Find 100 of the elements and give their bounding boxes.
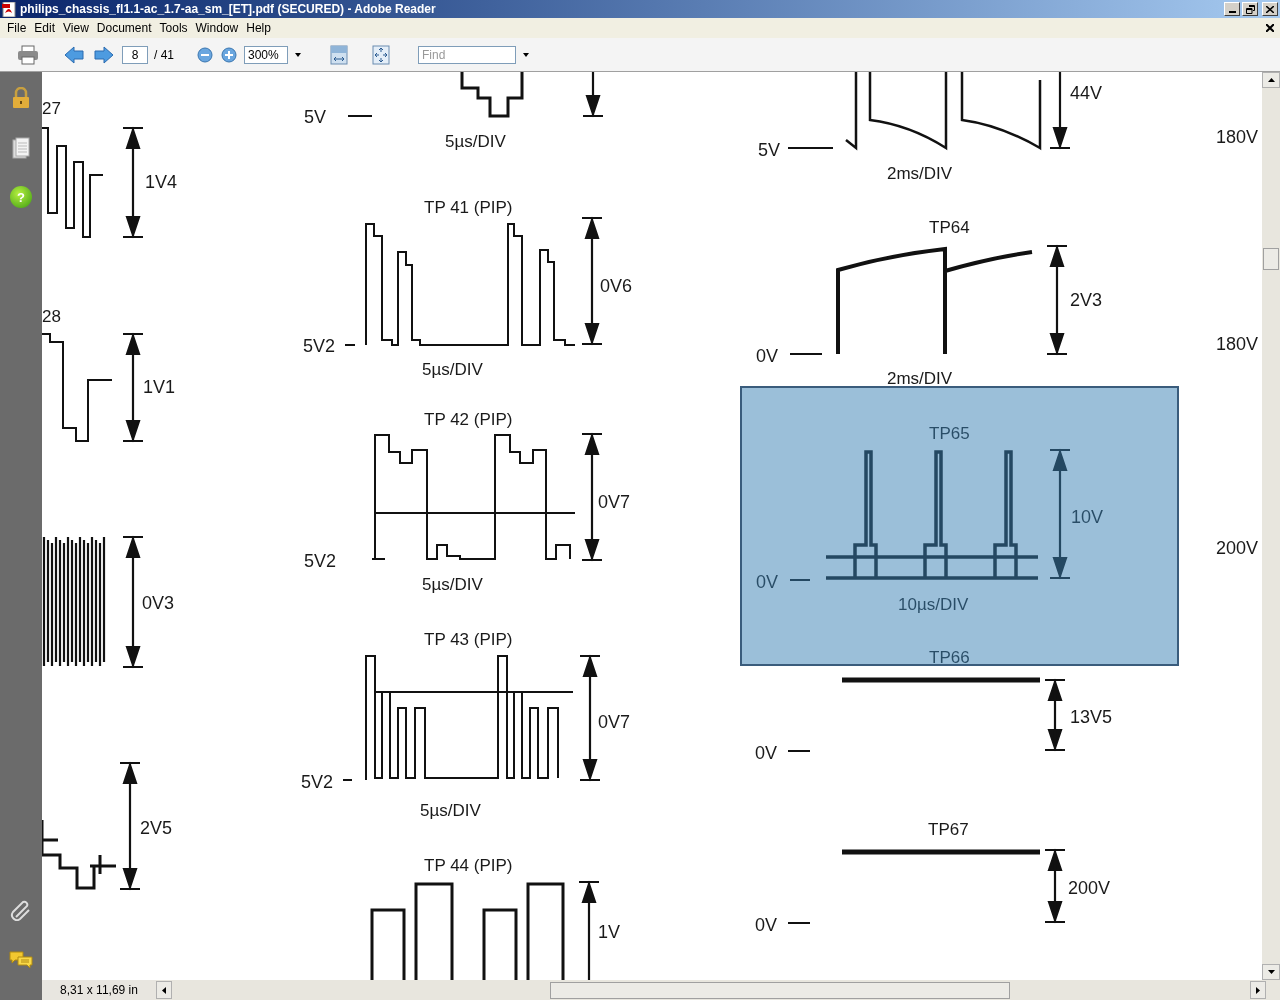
- reference-line: [789, 353, 823, 355]
- right-arrow-icon: [1256, 986, 1260, 994]
- reference-label: 5V: [758, 141, 781, 159]
- scroll-thumb[interactable]: [1263, 248, 1279, 270]
- reference-line: [787, 147, 834, 149]
- voltage-label: 180V: [1216, 335, 1259, 353]
- reference-line: [342, 779, 353, 781]
- close-document-button[interactable]: [1264, 22, 1276, 34]
- plus-circle-icon: [221, 46, 237, 63]
- restore-icon: [1245, 4, 1255, 14]
- reference-label: 0V: [755, 744, 778, 762]
- zoom-out-button[interactable]: [196, 45, 214, 64]
- page-count: / 41: [154, 46, 174, 64]
- down-arrow-icon: [1267, 970, 1275, 974]
- up-arrow-icon: [1267, 78, 1275, 82]
- minimize-icon: [1228, 11, 1236, 13]
- close-icon: [1266, 5, 1274, 13]
- left-arrow-icon: [162, 986, 166, 994]
- find-field[interactable]: Find: [418, 45, 516, 64]
- amplitude-label: 2V5: [140, 819, 173, 837]
- timebase-label: 2ms/DIV: [887, 165, 953, 182]
- minimize-button[interactable]: [1224, 2, 1240, 16]
- restore-button[interactable]: [1242, 2, 1258, 16]
- caret-icon: [523, 52, 529, 57]
- voltage-label: 180V: [1216, 128, 1259, 146]
- pages-icon: [12, 137, 30, 159]
- pages-button[interactable]: [9, 136, 33, 160]
- reference-label: 0V: [755, 916, 778, 934]
- reference-label: 5V2: [303, 337, 336, 355]
- fit-page-button[interactable]: [370, 43, 392, 66]
- plot-title: TP66: [929, 649, 970, 666]
- amplitude-label: 10V: [1071, 508, 1104, 526]
- reference-line: [787, 922, 811, 924]
- reference-label: 5V2: [301, 773, 334, 791]
- amplitude-label: 1V: [598, 923, 621, 941]
- menu-item[interactable]: Help: [243, 19, 274, 37]
- reference-label: 0V: [756, 573, 779, 591]
- attachments-button[interactable]: [9, 898, 33, 922]
- amplitude-label: 0V3: [142, 594, 175, 612]
- left-arrow-icon: [64, 45, 84, 64]
- zoom-field[interactable]: 300%: [244, 45, 288, 64]
- pdf-file-icon: [2, 1, 16, 17]
- close-button[interactable]: [1262, 2, 1278, 16]
- reference-line: [789, 579, 811, 581]
- printer-icon: [17, 44, 39, 65]
- plot-title: TP64: [929, 219, 970, 236]
- window-title: philips_chassis_fl1.1-ac_1.7-aa_sm_[ET].pdf (SECURED) - Adobe Reader: [20, 1, 436, 18]
- speech-bubbles-icon: [9, 950, 33, 970]
- amplitude-label: 1V4: [145, 173, 178, 191]
- timebase-label: 5µs/DIV: [420, 802, 481, 819]
- right-arrow-icon: [94, 45, 114, 64]
- close-icon: [1266, 24, 1274, 32]
- timebase-label: 5µs/DIV: [422, 576, 483, 593]
- amplitude-label: 200V: [1068, 879, 1111, 897]
- reference-line: [371, 558, 386, 560]
- reference-line: [787, 750, 811, 752]
- plot-title: TP 42 (PIP): [424, 411, 513, 428]
- fit-width-icon: [330, 44, 348, 65]
- amplitude-label: 0V7: [598, 493, 631, 511]
- scroll-right-button[interactable]: [1250, 981, 1266, 999]
- menu-item[interactable]: Window: [192, 19, 242, 37]
- scroll-down-button[interactable]: [1262, 964, 1280, 980]
- amplitude-label: 44V: [1070, 84, 1103, 102]
- print-button[interactable]: [16, 42, 40, 67]
- minus-circle-icon: [197, 46, 213, 63]
- page-size-label: 8,31 x 11,69 in: [42, 980, 156, 1000]
- timebase-label: 10µs/DIV: [898, 596, 969, 613]
- amplitude-label: 13V5: [1070, 708, 1113, 726]
- plot-title: TP65: [929, 425, 970, 442]
- amplitude-label: 1V1: [143, 378, 176, 396]
- paperclip-icon: [10, 899, 32, 921]
- reference-line: [344, 344, 356, 346]
- reference-label: 5V2: [304, 552, 337, 570]
- page-number-field[interactable]: 8: [122, 45, 148, 64]
- menu-item[interactable]: Tools: [156, 19, 191, 37]
- reference-label: 5V: [304, 108, 327, 126]
- timebase-label: 2ms/DIV: [887, 370, 953, 387]
- amplitude-label: 0V6: [600, 277, 633, 295]
- reference-line: [347, 115, 373, 117]
- menu-item[interactable]: Document: [93, 19, 155, 37]
- scroll-thumb[interactable]: [550, 981, 1010, 999]
- menu-item[interactable]: Edit: [31, 19, 59, 37]
- amplitude-label: 0V7: [598, 713, 631, 731]
- padlock-icon: [11, 87, 31, 109]
- plot-title: 28: [42, 308, 61, 325]
- plot-title: TP67: [928, 821, 969, 838]
- fit-width-button[interactable]: [328, 43, 350, 66]
- plot-title: TP 43 (PIP): [424, 631, 513, 648]
- fit-page-icon: [372, 44, 390, 65]
- menu-item[interactable]: View: [60, 19, 92, 37]
- plot-title: TP 44 (PIP): [424, 857, 513, 874]
- zoom-in-button[interactable]: [220, 45, 238, 64]
- amplitude-label: 2V3: [1070, 291, 1103, 309]
- scroll-left-button[interactable]: [156, 981, 172, 999]
- menu-item[interactable]: File: [4, 19, 30, 37]
- reference-label: 0V: [756, 347, 779, 365]
- waveform-trace: [460, 72, 524, 118]
- timebase-label: 5µs/DIV: [445, 133, 506, 150]
- scroll-up-button[interactable]: [1262, 72, 1280, 88]
- plot-title: TP 41 (PIP): [424, 199, 513, 216]
